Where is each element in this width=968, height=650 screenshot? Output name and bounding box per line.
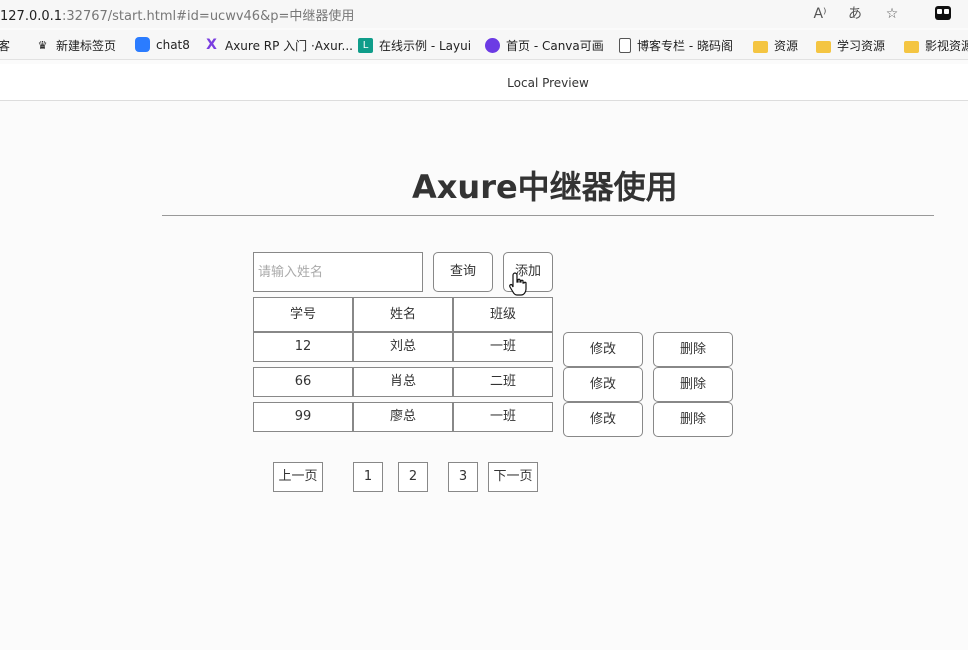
bookmark-item[interactable]: 首页 - Canva可画: [485, 37, 604, 54]
translate-icon[interactable]: あ: [845, 4, 865, 24]
chat-icon: [135, 37, 150, 52]
page-title: Axure中继器使用: [412, 168, 678, 206]
bookmark-label: 学习资源: [837, 39, 886, 53]
bookmark-item[interactable]: 博客: [0, 37, 10, 54]
url-text[interactable]: 127.0.0.1:32767/start.html#id=ucwv46&p=中…: [0, 5, 354, 24]
row-3-delete-button[interactable]: 删除: [653, 402, 733, 437]
row-2-delete-button[interactable]: 删除: [653, 367, 733, 402]
page-1-button[interactable]: 1: [353, 462, 383, 492]
row-2-student-id: 66: [253, 367, 353, 397]
row-1-delete-button[interactable]: 删除: [653, 332, 733, 367]
canva-icon: [485, 38, 500, 53]
bookmark-label: 在线示例 - Layui: [379, 39, 472, 53]
bookmark-item[interactable]: 博客专栏 - 晓码阁: [619, 37, 733, 54]
bookmark-label: 首页 - Canva可画: [506, 39, 604, 53]
query-button[interactable]: 查询: [433, 252, 493, 292]
axure-icon: X: [206, 37, 217, 53]
row-1-name: 刘总: [353, 332, 453, 362]
title-divider: [162, 215, 934, 216]
folder-icon: [904, 40, 919, 53]
row-1-student-id: 12: [253, 332, 353, 362]
bookmark-item[interactable]: ♛ 新建标签页: [35, 37, 116, 54]
bookmark-item[interactable]: 影视资源: [904, 37, 968, 54]
bookmarks-bar: 博客 ♛ 新建标签页 chat8 X Axure RP 入门 ·Axur... …: [0, 30, 968, 60]
preview-title: Local Preview: [507, 76, 589, 90]
page-icon: [619, 38, 631, 53]
row-3-class: 一班: [453, 402, 553, 432]
bookmark-label: 影视资源: [925, 39, 968, 53]
row-1-edit-button[interactable]: 修改: [563, 332, 643, 367]
row-3-edit-button[interactable]: 修改: [563, 402, 643, 437]
bookmark-item[interactable]: chat8: [135, 37, 190, 52]
row-2-edit-button[interactable]: 修改: [563, 367, 643, 402]
row-2-class: 二班: [453, 367, 553, 397]
folder-icon: [816, 40, 831, 53]
row-1-class: 一班: [453, 332, 553, 362]
read-aloud-icon[interactable]: A⁾: [810, 4, 830, 24]
bookmark-item[interactable]: 资源: [753, 37, 798, 54]
folder-icon: [753, 40, 768, 53]
bookmark-label: 博客专栏 - 晓码阁: [637, 39, 733, 53]
row-3-name: 廖总: [353, 402, 453, 432]
url-host: 127.0.0.1: [0, 9, 63, 24]
bookmark-label: 博客: [0, 39, 11, 53]
preview-header: Local Preview: [0, 64, 968, 101]
bookmark-item[interactable]: L 在线示例 - Layui: [358, 37, 471, 54]
bookmark-label: 资源: [774, 39, 799, 53]
address-bar[interactable]: 127.0.0.1:32767/start.html#id=ucwv46&p=中…: [0, 0, 968, 28]
bookmark-label: chat8: [156, 37, 190, 52]
row-3-student-id: 99: [253, 402, 353, 432]
hand-cursor-icon: [509, 272, 527, 296]
prev-page-button[interactable]: 上一页: [273, 462, 323, 492]
bookmark-label: Axure RP 入门 ·Axur...: [225, 39, 353, 53]
name-search-input[interactable]: [253, 252, 423, 292]
tab-actions-icon[interactable]: [935, 6, 951, 20]
next-page-button[interactable]: 下一页: [488, 462, 538, 492]
bookmark-item[interactable]: X Axure RP 入门 ·Axur...: [204, 37, 353, 54]
layui-icon: L: [358, 38, 373, 53]
header-class: 班级: [453, 297, 553, 332]
page-2-button[interactable]: 2: [398, 462, 428, 492]
header-student-id: 学号: [253, 297, 353, 332]
row-2-name: 肖总: [353, 367, 453, 397]
header-name: 姓名: [353, 297, 453, 332]
page-3-button[interactable]: 3: [448, 462, 478, 492]
crown-icon: ♛: [37, 39, 48, 52]
bookmark-item[interactable]: 学习资源: [816, 37, 885, 54]
url-path: :32767/start.html#id=ucwv46&p=中继器使用: [62, 9, 355, 24]
bookmark-label: 新建标签页: [56, 39, 117, 53]
add-favorite-icon[interactable]: ☆: [882, 4, 902, 24]
